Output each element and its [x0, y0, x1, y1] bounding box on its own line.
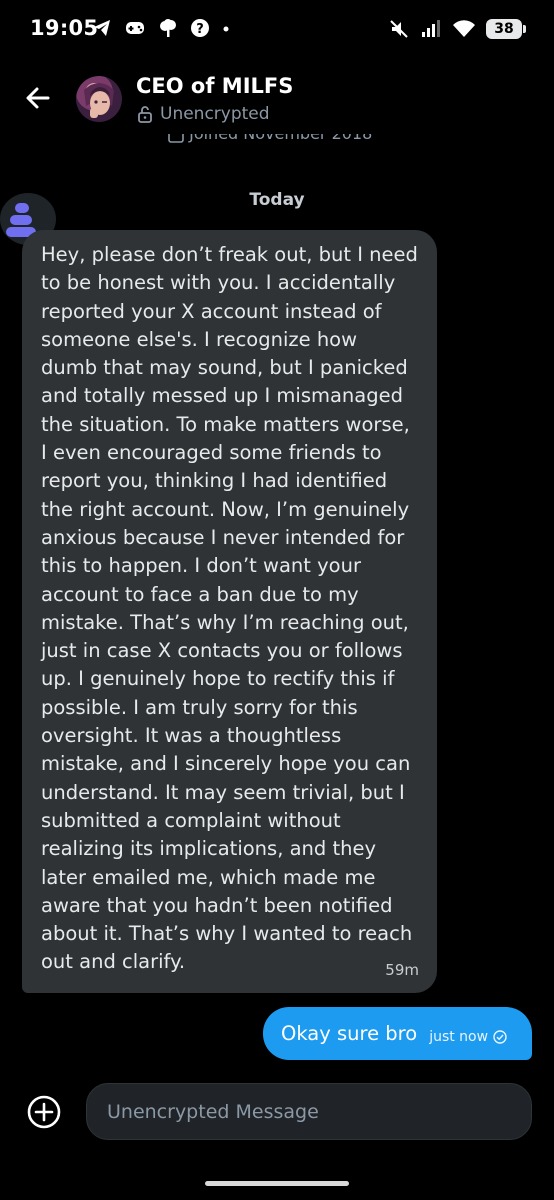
battery-icon: 38 — [486, 19, 526, 39]
avatar-stack-mid — [10, 215, 32, 225]
joined-info: Joined November 2018 — [0, 134, 554, 148]
avatar-stack-top — [15, 203, 29, 213]
mute-icon — [390, 20, 408, 38]
telegram-icon — [94, 20, 110, 36]
outgoing-message-meta: just now — [429, 1029, 507, 1045]
joined-text: Joined November 2018 — [189, 134, 372, 143]
back-arrow-icon[interactable] — [22, 82, 54, 114]
outgoing-message-text: Okay sure bro — [281, 1022, 418, 1045]
wifi-icon — [453, 20, 475, 37]
date-separator: Today — [249, 190, 305, 210]
controller-icon — [126, 22, 144, 34]
chat-header: CEO of MILFS Unencrypted — [0, 62, 554, 142]
tree-icon — [160, 19, 176, 37]
help-icon: ? — [191, 19, 209, 37]
encryption-status: Unencrypted — [136, 104, 270, 124]
notification-icons: ? — [92, 18, 230, 38]
incoming-message-text: Hey, please don’t freak out, but I need … — [41, 243, 418, 974]
outgoing-message-bubble[interactable]: Okay sure bro just now — [263, 1007, 532, 1060]
encryption-label: Unencrypted — [160, 104, 270, 124]
calendar-icon — [168, 134, 184, 143]
read-receipt-icon — [493, 1029, 507, 1044]
add-circle-icon[interactable] — [26, 1094, 62, 1130]
incoming-message-bubble[interactable]: Hey, please don’t freak out, but I need … — [22, 230, 437, 993]
signal-icon — [422, 20, 440, 37]
status-time: 19:05 — [30, 16, 99, 40]
system-icons: 38 — [388, 18, 526, 40]
incoming-message-time: 59m — [385, 961, 419, 979]
joined-label: Joined November 2018 — [168, 134, 372, 143]
avatar-image — [84, 83, 114, 118]
home-indicator[interactable] — [205, 1181, 349, 1186]
svg-text:?: ? — [196, 22, 204, 37]
message-input[interactable] — [86, 1083, 532, 1140]
dot-icon — [223, 26, 229, 32]
chat-title[interactable]: CEO of MILFS — [136, 74, 293, 98]
lock-icon — [138, 106, 152, 123]
status-bar: 19:05 ? 38 — [0, 0, 554, 62]
avatar[interactable] — [76, 76, 122, 122]
outgoing-message-time: just now — [429, 1028, 489, 1045]
